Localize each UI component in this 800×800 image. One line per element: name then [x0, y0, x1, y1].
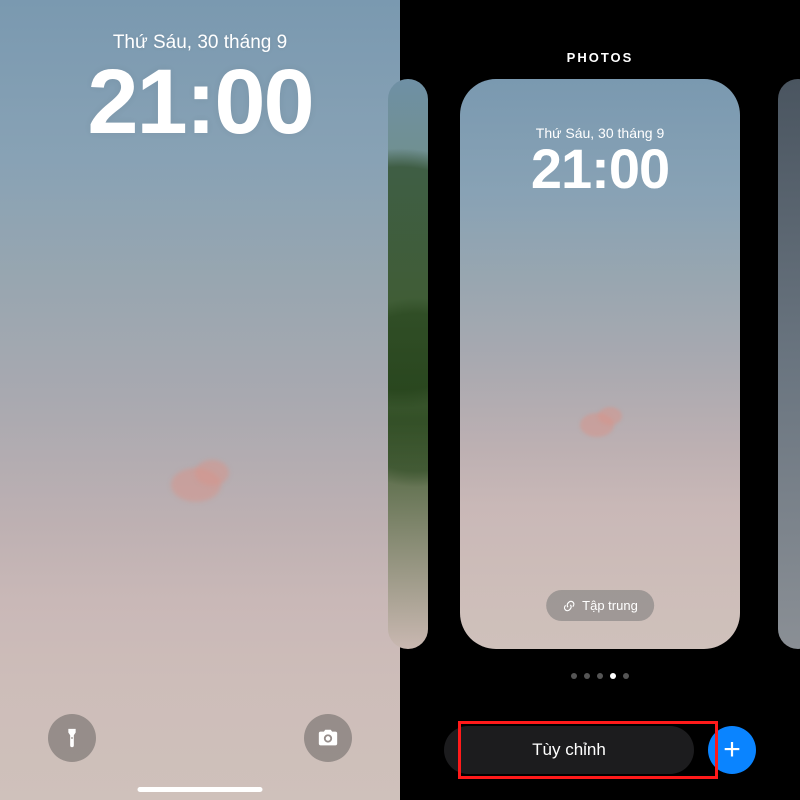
camera-button[interactable] [304, 714, 352, 762]
customize-label: Tùy chỉnh [532, 740, 606, 760]
focus-pill[interactable]: Tập trung [546, 590, 654, 621]
wallpaper-card-next[interactable] [778, 79, 800, 649]
camera-icon [317, 727, 339, 749]
page-dots [571, 673, 629, 679]
focus-label: Tập trung [582, 598, 638, 613]
page-dot[interactable] [584, 673, 590, 679]
wallpaper-card-row: Thứ Sáu, 30 tháng 9 21:00 Tập trung [400, 79, 800, 669]
customize-button[interactable]: Tùy chỉnh [444, 726, 694, 774]
gallery-category-title: PHOTOS [567, 50, 634, 65]
wallpaper-gallery-panel: PHOTOS Thứ Sáu, 30 tháng 9 21:00 Tập tru… [400, 0, 800, 800]
flashlight-button[interactable] [48, 714, 96, 762]
lockscreen-panel: Thứ Sáu, 30 tháng 9 21:00 [0, 0, 400, 800]
lockscreen-time: 21:00 [0, 56, 400, 148]
page-dot-active[interactable] [610, 673, 616, 679]
page-dot[interactable] [597, 673, 603, 679]
page-dot[interactable] [571, 673, 577, 679]
card-wallpaper-cloud [576, 407, 624, 437]
add-wallpaper-button[interactable]: + [708, 726, 756, 774]
wallpaper-card-current[interactable]: Thứ Sáu, 30 tháng 9 21:00 Tập trung [460, 79, 740, 649]
page-dot[interactable] [623, 673, 629, 679]
link-icon [562, 599, 576, 613]
flashlight-icon [61, 727, 83, 749]
plus-icon: + [723, 735, 741, 765]
card-time: 21:00 [460, 141, 740, 197]
wallpaper-card-prev[interactable] [388, 79, 428, 649]
gallery-bottom-row: Tùy chỉnh + [400, 726, 800, 774]
lockscreen-bottom-actions [0, 714, 400, 762]
wallpaper-cloud [165, 460, 235, 502]
home-indicator[interactable] [138, 787, 263, 792]
